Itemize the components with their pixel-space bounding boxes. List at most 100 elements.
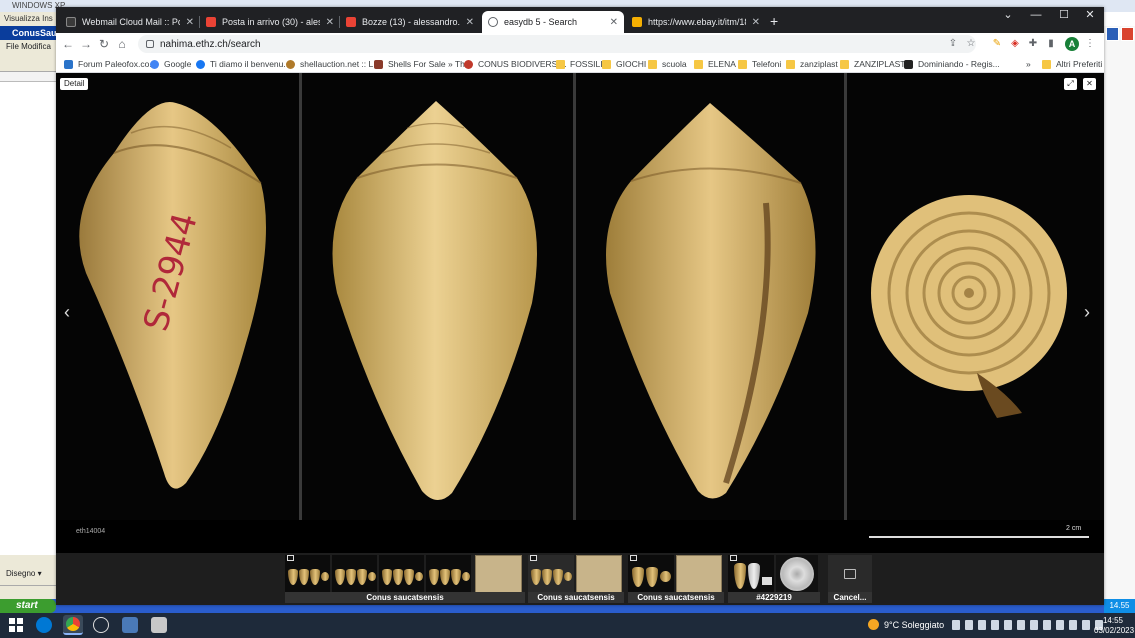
bookmark-shells-for-sale[interactable]: Shells For Sale » Th...	[374, 57, 472, 71]
tray-icon[interactable]	[1082, 620, 1090, 630]
thumbnail-label-card[interactable]	[576, 555, 622, 593]
maximize-icon[interactable]: ☐	[1050, 7, 1078, 25]
thumbnail-label-card[interactable]	[475, 555, 522, 593]
system-tray[interactable]	[952, 620, 1103, 630]
thumbnail-image[interactable]	[776, 555, 818, 593]
detail-badge[interactable]: Detail	[60, 78, 89, 90]
bookmark-facebook[interactable]: Ti diamo il benvenu...	[196, 57, 290, 71]
close-tab-icon[interactable]: ✕	[752, 17, 760, 28]
bookmark-dominiando[interactable]: Dominiando - Regis...	[904, 57, 1000, 71]
tab-webmail[interactable]: Webmail Cloud Mail :: Posta in ar ✕	[60, 11, 200, 33]
reload-icon[interactable]: ↻	[96, 36, 112, 52]
extension-shield-icon[interactable]: ◈	[1008, 37, 1022, 51]
new-tab-button[interactable]: +	[770, 13, 778, 29]
share-icon[interactable]: ⇪	[946, 37, 960, 51]
side-panel-icon[interactable]: ▮	[1044, 37, 1058, 51]
app-icon[interactable]	[93, 617, 109, 633]
thumbnail-caption[interactable]: Conus saucatsensis	[628, 592, 724, 603]
chrome-taskbar-button[interactable]	[63, 615, 83, 635]
tray-icon[interactable]	[1004, 620, 1012, 630]
close-icon[interactable]	[1121, 27, 1134, 41]
menu-kebab-icon[interactable]: ⋮	[1083, 37, 1097, 51]
thumbnail-group-4[interactable]: #4229219	[728, 555, 820, 603]
tray-icon[interactable]	[1069, 620, 1077, 630]
tab-gmail-drafts[interactable]: Bozze (13) - alessandro.zanzi.57@ ✕	[340, 11, 480, 33]
thumbnail-group-3[interactable]: Conus saucatsensis	[628, 555, 724, 603]
profile-avatar[interactable]: A	[1065, 37, 1079, 51]
thumbnail-caption[interactable]: Conus saucatsensis	[285, 592, 525, 603]
thumbnail-image[interactable]	[426, 555, 471, 593]
select-icon[interactable]	[730, 555, 737, 561]
bookmark-paleofox[interactable]: Forum Paleofox.co...	[64, 57, 156, 71]
thumbnail-image[interactable]	[332, 555, 377, 593]
bookmark-folder-giochi[interactable]: GIOCHI	[602, 57, 646, 71]
background-toolbar[interactable]	[0, 54, 56, 72]
next-image-icon[interactable]: ›	[1084, 303, 1090, 321]
other-bookmarks[interactable]: Altri Preferiti	[1042, 57, 1102, 71]
tab-search-icon[interactable]: ⌄	[994, 7, 1022, 25]
restore-icon[interactable]	[1106, 27, 1119, 41]
bookmarks-overflow[interactable]: »	[1026, 57, 1031, 71]
tray-icon[interactable]	[965, 620, 973, 630]
bookmark-folder-zanziplast[interactable]: zanziplast	[786, 57, 838, 71]
tray-icon[interactable]	[1017, 620, 1025, 630]
tray-icon[interactable]	[978, 620, 986, 630]
background-window-buttons[interactable]	[1106, 27, 1134, 41]
thumbnail-caption[interactable]: Cancel...	[828, 592, 872, 603]
bookmark-google[interactable]: Google	[150, 57, 191, 71]
tab-gmail-inbox[interactable]: Posta in arrivo (30) - alessandro. ✕	[200, 11, 340, 33]
tray-icon[interactable]	[1056, 620, 1064, 630]
bookmark-folder-scuola[interactable]: scuola	[648, 57, 687, 71]
background-menu[interactable]: Visualizza Ins	[0, 12, 56, 26]
network-app-icon[interactable]	[151, 617, 167, 633]
tab-easydb[interactable]: easydb 5 - Search ✕	[482, 11, 624, 33]
window-close-icon[interactable]: ✕	[1076, 7, 1104, 25]
thumbnail-image-selected[interactable]	[528, 555, 574, 593]
bookmark-folder-zanziplast-upper[interactable]: ZANZIPLAST	[840, 57, 905, 71]
close-tab-icon[interactable]: ✕	[186, 17, 194, 28]
minimize-icon[interactable]: —	[1022, 7, 1050, 25]
back-icon[interactable]: ←	[60, 36, 76, 52]
xp-start-button[interactable]: start	[0, 599, 56, 613]
weather-widget[interactable]: 9°C Soleggiato	[868, 619, 944, 630]
close-tab-icon[interactable]: ✕	[610, 17, 618, 28]
forward-icon[interactable]: →	[78, 36, 94, 52]
background-edit-menu[interactable]: File Modifica	[0, 40, 56, 54]
bookmark-folder-elena[interactable]: ELENA	[694, 57, 736, 71]
tab-ebay[interactable]: https://www.ebay.it/itm/185752 ✕	[626, 11, 766, 33]
windows-start-icon[interactable]	[8, 617, 24, 633]
select-icon[interactable]	[287, 555, 294, 561]
lock-icon[interactable]	[146, 40, 154, 48]
thumbnail-image[interactable]	[628, 555, 674, 593]
url-text[interactable]: nahima.ethz.ch/search	[160, 39, 261, 50]
bookmark-conus[interactable]: CONUS BIODIVERSI...	[464, 57, 567, 71]
bookmark-folder-fossili[interactable]: FOSSILI	[556, 57, 603, 71]
close-tab-icon[interactable]: ✕	[466, 17, 474, 28]
extensions-puzzle-icon[interactable]: ✚	[1026, 37, 1040, 51]
close-viewer-icon[interactable]: ✕	[1083, 78, 1096, 90]
address-bar[interactable]: nahima.ethz.ch/search	[138, 35, 976, 53]
thumbnail-group-1[interactable]: Conus saucatsensis	[285, 555, 525, 603]
thumbnail-label-card[interactable]	[676, 555, 722, 593]
photos-icon[interactable]	[122, 617, 138, 633]
previous-image-icon[interactable]: ‹	[64, 303, 70, 321]
tray-icon[interactable]	[952, 620, 960, 630]
select-icon[interactable]	[630, 555, 637, 561]
thumbnail-image[interactable]	[379, 555, 424, 593]
extension-key-icon[interactable]: ✎	[990, 37, 1004, 51]
thumbnail-group-5[interactable]: Cancel...	[828, 555, 872, 603]
thumbnail-caption[interactable]: Conus saucatsensis	[528, 592, 624, 603]
select-icon[interactable]	[530, 555, 537, 561]
home-icon[interactable]: ⌂	[114, 36, 130, 52]
bookmark-shellauction[interactable]: shellauction.net :: L...	[286, 57, 380, 71]
thumbnail-placeholder[interactable]	[828, 555, 872, 593]
tray-icon[interactable]	[1030, 620, 1038, 630]
thumbnail-image[interactable]	[728, 555, 774, 593]
thumbnail-caption[interactable]: #4229219	[728, 592, 820, 603]
thumbnail-image[interactable]	[285, 555, 330, 593]
drawing-toolbar[interactable]: Disegno ▾	[0, 555, 56, 585]
system-clock[interactable]: 14:55 03/02/2023	[1094, 616, 1134, 636]
tray-icon[interactable]	[991, 620, 999, 630]
expand-icon[interactable]: ⤢	[1064, 78, 1077, 90]
bookmark-star-icon[interactable]: ☆	[964, 37, 978, 51]
